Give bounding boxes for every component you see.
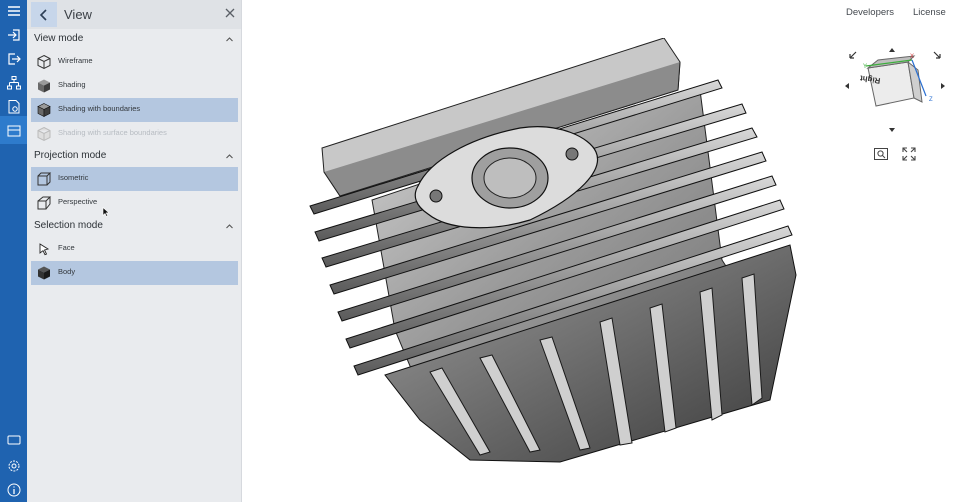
chevron-left-icon <box>39 8 47 21</box>
section-title: Selection mode <box>34 220 103 231</box>
axis-z-label: Z <box>929 97 933 103</box>
zoom-fit-icon[interactable] <box>873 146 889 162</box>
view-mode-shading[interactable]: Shading <box>31 74 238 98</box>
chevron-up-icon <box>226 37 233 42</box>
menu-icon[interactable] <box>5 2 22 19</box>
view-mode-shading-with-surface-boundaries: Shading with surface boundaries <box>31 122 238 146</box>
view-mode-wireframe[interactable]: Wireframe <box>31 50 238 74</box>
shaded-cube-icon <box>38 79 50 93</box>
document-settings-icon[interactable] <box>5 98 22 115</box>
login-icon[interactable] <box>5 26 22 43</box>
perspective-box-icon <box>37 196 52 210</box>
info-icon[interactable] <box>5 481 22 498</box>
axis-x-label: X <box>910 54 914 60</box>
navigation-cube[interactable]: Y X Z Right <box>842 46 948 138</box>
axis-y-label: Y <box>863 64 867 70</box>
fullscreen-icon[interactable] <box>901 146 917 162</box>
selection-face[interactable]: Face <box>31 237 238 261</box>
panel-header: View <box>27 0 241 29</box>
projection-perspective[interactable]: Perspective <box>31 191 238 215</box>
mouse-cursor-icon <box>102 207 110 217</box>
body-cube-icon <box>38 266 50 280</box>
view-panel-icon[interactable] <box>5 122 22 139</box>
selection-body[interactable]: Body <box>31 261 238 285</box>
view-panel: View View mode Wireframe Shading Shading… <box>27 0 242 502</box>
export-icon[interactable] <box>5 50 22 67</box>
projection-isometric[interactable]: Isometric <box>31 167 238 191</box>
close-icon[interactable] <box>223 6 237 20</box>
developers-link[interactable]: Developers <box>846 7 894 18</box>
license-link[interactable]: License <box>913 7 946 18</box>
left-rail <box>0 0 27 502</box>
chevron-up-icon <box>226 154 233 159</box>
isometric-box-icon <box>37 172 52 186</box>
surface-boundary-cube-icon <box>37 126 51 142</box>
shaded-boundary-cube-icon <box>37 103 51 117</box>
chevron-up-icon <box>226 224 233 229</box>
face-pointer-icon <box>39 243 50 256</box>
section-view-mode[interactable]: View mode <box>27 30 241 50</box>
panel-title: View <box>64 7 92 22</box>
settings-icon[interactable] <box>5 457 22 474</box>
3d-model-cylinder[interactable] <box>300 38 810 470</box>
section-selection-mode[interactable]: Selection mode <box>27 217 241 237</box>
view-mode-shading-with-boundaries[interactable]: Shading with boundaries <box>31 98 238 122</box>
back-button[interactable] <box>31 2 57 27</box>
structure-icon[interactable] <box>5 74 22 91</box>
section-title: Projection mode <box>34 150 107 161</box>
feedback-icon[interactable] <box>5 431 22 448</box>
wireframe-cube-icon <box>37 54 51 70</box>
section-projection-mode[interactable]: Projection mode <box>27 147 241 167</box>
section-title: View mode <box>34 33 84 44</box>
